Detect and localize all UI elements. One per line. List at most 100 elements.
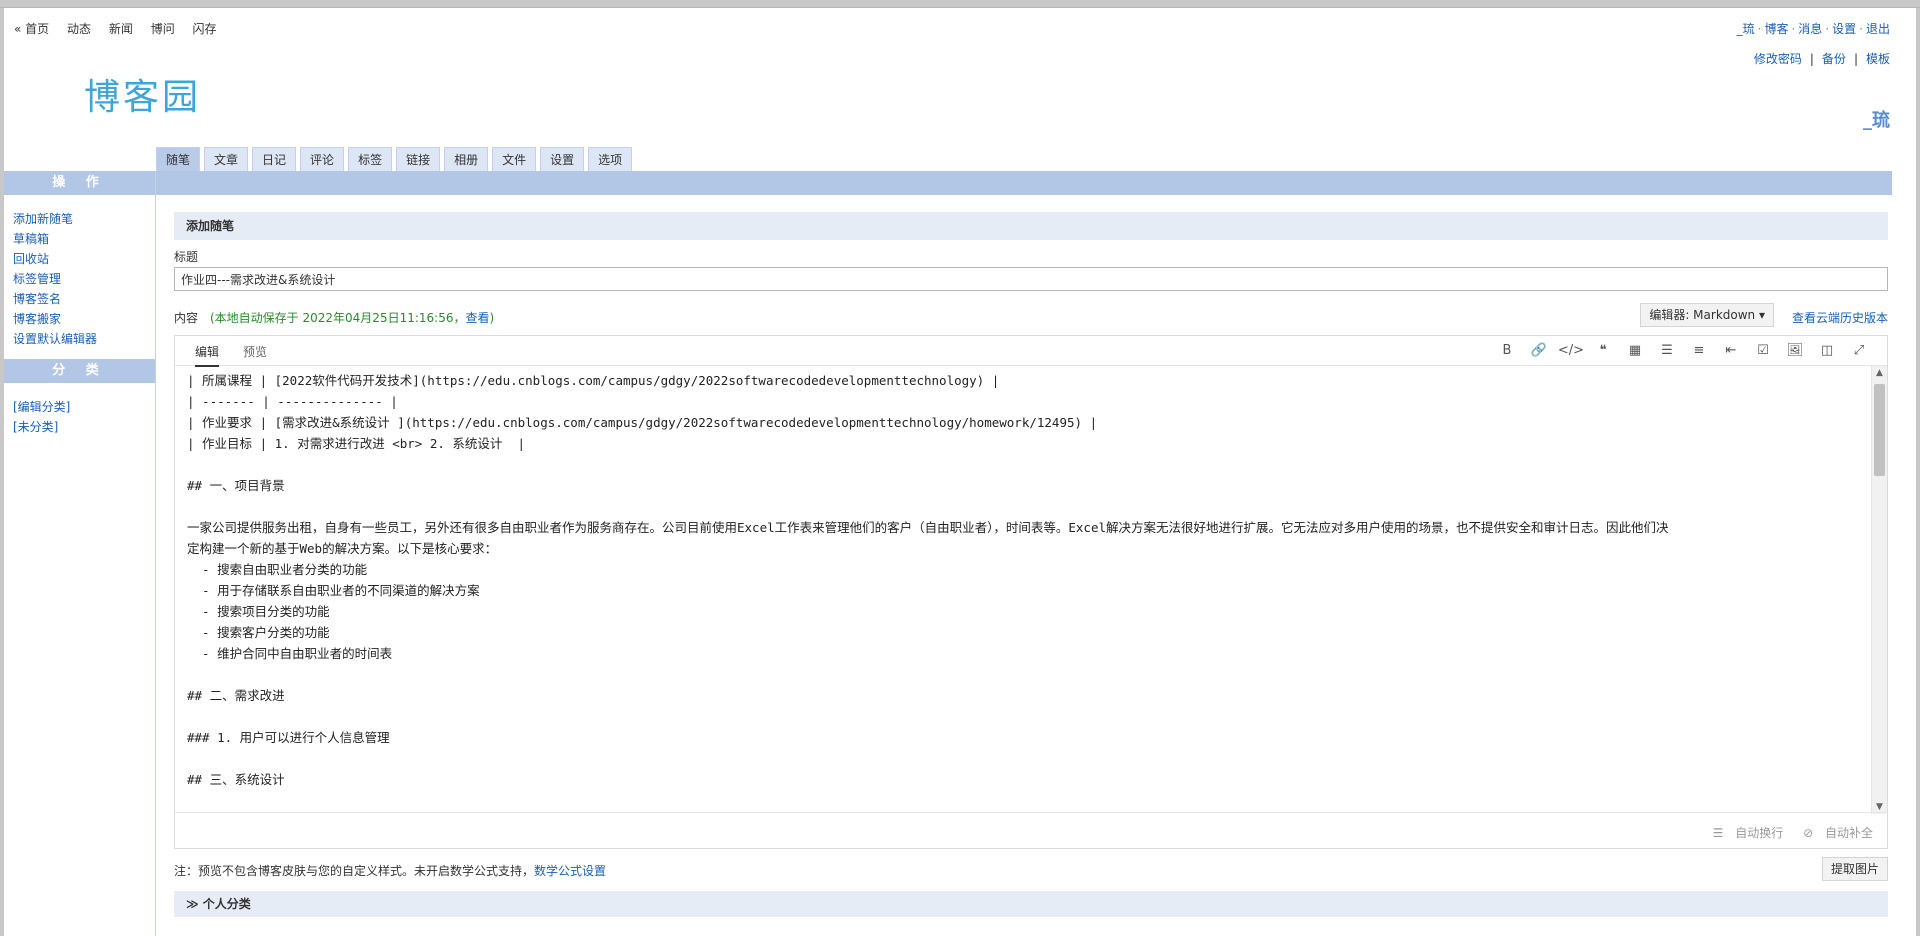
nav-qa-link[interactable]: 博问 xyxy=(151,22,175,36)
code-line: ## 三、系统设计 xyxy=(187,772,285,787)
toolbar-icons: B 🔗 </> ❝ ▦ ☰ ≡ ⇤ ☑ 🖼 ◫ ⤢ xyxy=(1491,342,1875,360)
preview-note-text: 注：预览不包含博客皮肤与您的自定义样式。未开启数学公式支持， xyxy=(174,864,535,878)
markdown-textarea[interactable]: | 所属课程 | [2022软件代码开发技术](https://edu.cnbl… xyxy=(175,366,1859,814)
link-icon[interactable]: 🔗 xyxy=(1523,342,1555,360)
scroll-thumb[interactable] xyxy=(1874,384,1885,476)
math-settings-link[interactable]: 数学公式设置 xyxy=(534,864,606,878)
nav-messages-link[interactable]: 消息 xyxy=(1798,22,1822,36)
tab-articles[interactable]: 文章 xyxy=(204,147,249,171)
code-line: | 作业要求 | [需求改进&系统设计 ](https://edu.cnblog… xyxy=(187,415,1098,430)
tab-tags[interactable]: 标签 xyxy=(348,147,393,171)
nav-home-link[interactable]: « 首页 xyxy=(14,22,49,36)
sidebar-item-add-post[interactable]: 添加新随笔 xyxy=(13,209,155,229)
editor-footer: ☰ 自动换行 ⊘ 自动补全 xyxy=(175,812,1887,848)
change-password-link[interactable]: 修改密码 xyxy=(1754,52,1802,66)
admin-tabs: 随笔 文章 日记 评论 标签 链接 相册 文件 设置 选项 xyxy=(156,147,636,171)
nav-activity-link[interactable]: 动态 xyxy=(67,22,91,36)
image-icon[interactable]: 🖼 xyxy=(1779,342,1811,360)
nav-separator: · xyxy=(1757,22,1762,36)
word-wrap-toggle[interactable]: ☰ 自动换行 xyxy=(1705,826,1784,840)
checkbox-icon[interactable]: ☑ xyxy=(1747,342,1779,360)
title-input[interactable] xyxy=(174,267,1888,291)
table-icon[interactable]: ▦ xyxy=(1619,342,1651,360)
link-separator: | xyxy=(1853,52,1858,66)
editor-tab-preview[interactable]: 预览 xyxy=(243,343,267,365)
sidebar-item-migrate[interactable]: 博客搬家 xyxy=(13,309,155,329)
top-nav-right: _琉 · 博客 · 消息 · 设置 · 退出 xyxy=(1737,20,1890,37)
nav-news-link[interactable]: 新闻 xyxy=(109,22,133,36)
nav-flash-link[interactable]: 闪存 xyxy=(193,22,217,36)
tab-options[interactable]: 选项 xyxy=(588,147,633,171)
scroll-up-icon[interactable]: ▲ xyxy=(1872,366,1887,380)
code-line: - 搜索自由职业者分类的功能 xyxy=(187,562,368,577)
autosave-status: (本地自动保存于 2022年04月25日11:16:56，查看) xyxy=(210,309,494,326)
code-line: | 作业目标 | 1. 对需求进行改进 <br> 2. 系统设计 | xyxy=(187,436,526,451)
nav-settings-link[interactable]: 设置 xyxy=(1832,22,1856,36)
editor-tab-edit[interactable]: 编辑 xyxy=(195,343,220,367)
bullet-list-icon[interactable]: ☰ xyxy=(1651,342,1683,360)
nav-separator: · xyxy=(1859,22,1863,36)
extract-images-button[interactable]: 提取图片 xyxy=(1821,857,1888,881)
nav-user-link[interactable]: _琉 xyxy=(1737,22,1755,36)
tab-diary[interactable]: 日记 xyxy=(252,147,297,171)
code-line: - 搜索项目分类的功能 xyxy=(187,604,330,619)
numbered-list-icon[interactable]: ≡ xyxy=(1683,342,1715,360)
code-line: - 用于存储联系自由职业者的不同渠道的解决方案 xyxy=(187,583,480,598)
sidebar-item-uncategorized[interactable]: [未分类] xyxy=(13,417,155,437)
editor-type-dropdown[interactable]: 编辑器: Markdown ▾ xyxy=(1640,303,1774,327)
autosave-suffix: ) xyxy=(489,311,495,325)
tab-settings[interactable]: 设置 xyxy=(540,147,585,171)
nav-logout-link[interactable]: 退出 xyxy=(1866,22,1890,36)
wrap-icon: ☰ xyxy=(1712,826,1724,840)
sidebar-ops-list: 添加新随笔 草稿箱 回收站 标签管理 博客签名 博客搬家 设置默认编辑器 xyxy=(4,195,155,359)
preview-note: 注：预览不包含博客皮肤与您的自定义样式。未开启数学公式支持，数学公式设置 xyxy=(174,862,606,879)
tab-albums[interactable]: 相册 xyxy=(444,147,489,171)
word-wrap-label: 自动换行 xyxy=(1735,826,1784,840)
tab-links[interactable]: 链接 xyxy=(396,147,441,171)
section-title: 添加随笔 xyxy=(174,212,1888,240)
editor-scrollbar[interactable]: ▲ ▼ xyxy=(1871,366,1887,814)
bold-icon[interactable]: B xyxy=(1491,342,1523,360)
cloud-history-link[interactable]: 查看云端历史版本 xyxy=(1792,309,1888,326)
sidebar-item-recycle-bin[interactable]: 回收站 xyxy=(13,249,155,269)
split-view-icon[interactable]: ◫ xyxy=(1811,342,1843,360)
sidebar-category-list: [编辑分类] [未分类] xyxy=(4,383,155,447)
fullscreen-icon[interactable]: ⤢ xyxy=(1843,342,1875,360)
indent-icon[interactable]: ⇤ xyxy=(1715,342,1747,360)
sidebar-item-tag-manage[interactable]: 标签管理 xyxy=(13,269,155,289)
nav-separator: · xyxy=(1791,22,1796,36)
code-line: - 搜索客户分类的功能 xyxy=(187,625,330,640)
autocomplete-toggle[interactable]: ⊘ 自动补全 xyxy=(1795,826,1873,840)
quote-icon[interactable]: ❝ xyxy=(1587,342,1619,360)
sidebar-item-edit-category[interactable]: [编辑分类] xyxy=(13,397,155,417)
autosave-view-link[interactable]: 查看 xyxy=(465,311,489,325)
tab-files[interactable]: 文件 xyxy=(492,147,537,171)
tab-comments[interactable]: 评论 xyxy=(300,147,345,171)
nav-separator: · xyxy=(1825,22,1830,36)
code-line: | 所属课程 | [2022软件代码开发技术](https://edu.cnbl… xyxy=(187,373,1000,388)
code-icon[interactable]: </> xyxy=(1555,342,1587,360)
sidebar-ops-header: 操 作 xyxy=(4,171,155,195)
tab-posts[interactable]: 随笔 xyxy=(156,147,201,171)
cnblogs-logo[interactable]: 博客园 xyxy=(84,68,201,120)
code-line: 定构建一个新的基于Web的解决方案。以下是核心要求： xyxy=(187,541,498,556)
sidebar-item-drafts[interactable]: 草稿箱 xyxy=(13,229,155,249)
link-separator: | xyxy=(1809,52,1814,66)
sidebar-item-default-editor[interactable]: 设置默认编辑器 xyxy=(13,329,155,349)
backup-link[interactable]: 备份 xyxy=(1822,52,1846,66)
main-content: 添加随笔 标题 内容 (本地自动保存于 2022年04月25日11:16:56，… xyxy=(174,212,1888,917)
personal-category-panel[interactable]: ≫ 个人分类 xyxy=(174,891,1888,917)
editor-toolbar: 编辑 预览 B 🔗 </> ❝ ▦ ☰ ≡ ⇤ ☑ 🖼 ◫ ⤢ xyxy=(175,336,1887,367)
sidebar-category-header: 分 类 xyxy=(4,359,155,383)
blog-owner-name[interactable]: _琉 xyxy=(1863,106,1890,132)
sidebar-item-signature[interactable]: 博客签名 xyxy=(13,289,155,309)
template-link[interactable]: 模板 xyxy=(1866,52,1890,66)
note-row: 注：预览不包含博客皮肤与您的自定义样式。未开启数学公式支持，数学公式设置 提取图… xyxy=(174,857,1888,881)
nav-blog-link[interactable]: 博客 xyxy=(1764,22,1788,36)
account-links: 修改密码 | 备份 | 模板 xyxy=(1754,50,1890,67)
tab-strip-bar xyxy=(156,171,1892,195)
